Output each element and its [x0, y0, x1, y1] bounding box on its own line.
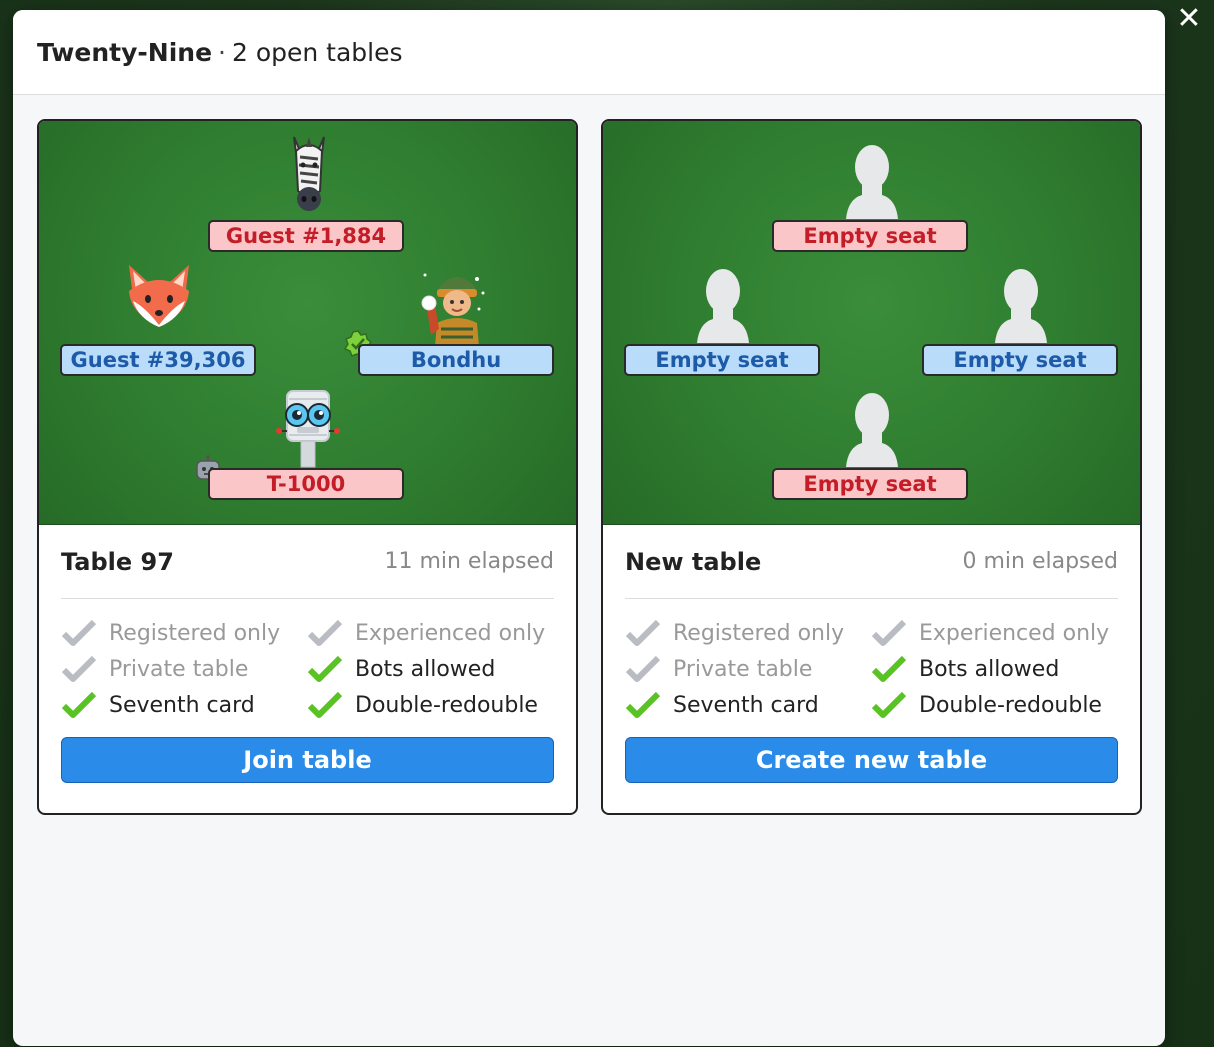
check-off-icon [625, 619, 661, 646]
option-label: Double-redouble [919, 692, 1102, 718]
table-info: Table 97 11 min elapsed Registered only … [39, 525, 576, 783]
check-off-icon [871, 619, 907, 646]
empty-seat-icon [697, 269, 749, 343]
close-icon[interactable]: ✕ [1174, 4, 1204, 34]
check-off-icon [61, 619, 97, 646]
table-felt: Guest #1,884 Guest #39,306 Bondhu T-1000 [39, 121, 576, 525]
robot-icon [276, 390, 340, 468]
option-label: Bots allowed [355, 656, 496, 682]
fox-icon [129, 265, 189, 327]
check-off-icon [61, 655, 97, 682]
table-info: New table 0 min elapsed Registered only … [603, 525, 1140, 783]
option-registered-only: Registered only [61, 619, 307, 647]
option-double-redouble: Double-redouble [307, 691, 554, 719]
option-label: Private table [673, 656, 813, 682]
title-separator: · [218, 37, 226, 67]
option-label: Experienced only [355, 620, 546, 646]
modal-header: Twenty-Nine · 2 open tables [13, 10, 1165, 95]
seat-top-label: Empty seat [772, 220, 968, 252]
table-card: Empty seat Empty seat Empty seat Empty s… [601, 119, 1142, 815]
check-on-icon [871, 655, 907, 682]
option-label: Registered only [109, 620, 281, 646]
option-label: Seventh card [673, 692, 819, 718]
table-name: New table [625, 547, 762, 576]
seat-top-label: Guest #1,884 [208, 220, 404, 252]
option-label: Experienced only [919, 620, 1110, 646]
option-label: Private table [109, 656, 249, 682]
open-tables-count: 2 open tables [231, 37, 403, 67]
check-off-icon [625, 655, 661, 682]
table-options: Registered only Experienced only Private… [625, 599, 1118, 719]
seat-bottom-label: Empty seat [772, 468, 968, 500]
option-label: Double-redouble [355, 692, 538, 718]
check-on-icon [871, 691, 907, 718]
table-options: Registered only Experienced only Private… [61, 599, 554, 719]
option-label: Seventh card [109, 692, 255, 718]
check-on-icon [307, 691, 343, 718]
option-private-table: Private table [625, 655, 871, 683]
option-experienced-only: Experienced only [307, 619, 554, 647]
seat-bottom-label: T-1000 [208, 468, 404, 500]
check-off-icon [307, 619, 343, 646]
empty-seat-icon [846, 393, 898, 467]
zebra-icon [293, 136, 325, 211]
option-bots-allowed: Bots allowed [871, 655, 1118, 683]
option-experienced-only: Experienced only [871, 619, 1118, 647]
option-private-table: Private table [61, 655, 307, 683]
check-on-icon [61, 691, 97, 718]
tables-modal: Twenty-Nine · 2 open tables Guest #1,884 [13, 10, 1165, 1046]
table-info-header: New table 0 min elapsed [625, 525, 1118, 599]
option-seventh-card: Seventh card [625, 691, 871, 719]
table-name: Table 97 [61, 547, 174, 576]
option-seventh-card: Seventh card [61, 691, 307, 719]
seat-right-label: Empty seat [922, 344, 1118, 376]
game-title: Twenty-Nine [37, 37, 213, 67]
option-label: Bots allowed [919, 656, 1060, 682]
join-table-button[interactable]: Join table [61, 737, 554, 783]
table-felt: Empty seat Empty seat Empty seat Empty s… [603, 121, 1140, 525]
check-on-icon [625, 691, 661, 718]
seat-left-label: Empty seat [624, 344, 820, 376]
table-card: Guest #1,884 Guest #39,306 Bondhu T-1000… [37, 119, 578, 815]
empty-seat-icon [846, 145, 898, 219]
seat-left-label: Guest #39,306 [60, 344, 256, 376]
option-bots-allowed: Bots allowed [307, 655, 554, 683]
option-label: Registered only [673, 620, 845, 646]
create-new-table-button[interactable]: Create new table [625, 737, 1118, 783]
elapsed-time: 11 min elapsed [384, 549, 554, 574]
check-on-icon [307, 655, 343, 682]
elapsed-time: 0 min elapsed [962, 549, 1118, 574]
table-info-header: Table 97 11 min elapsed [61, 525, 554, 599]
snowball-person-icon [421, 273, 485, 347]
seat-right-label: Bondhu [358, 344, 554, 376]
empty-seat-icon [995, 269, 1047, 343]
option-double-redouble: Double-redouble [871, 691, 1118, 719]
option-registered-only: Registered only [625, 619, 871, 647]
